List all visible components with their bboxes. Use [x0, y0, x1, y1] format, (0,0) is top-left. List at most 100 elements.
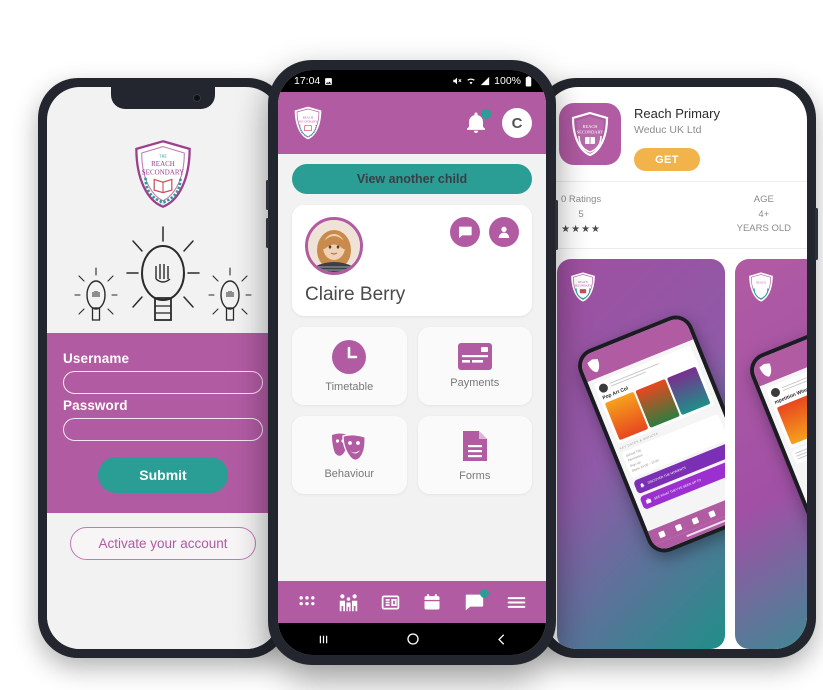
- submit-button[interactable]: Submit: [98, 457, 228, 493]
- power-button[interactable]: [815, 208, 818, 260]
- child-card-top: [305, 217, 519, 275]
- child-actions: [450, 217, 519, 247]
- status-bar: 17:04 100%: [278, 70, 546, 92]
- volume-up-button[interactable]: [266, 180, 269, 210]
- school-shield-icon: THE REACH SECONDARY EST: [135, 140, 191, 208]
- tile-payments[interactable]: Payments: [417, 327, 532, 405]
- dashboard-screen: 17:04 100% REACH SECONDARY C View anothe…: [278, 70, 546, 655]
- svg-text:REACH: REACH: [583, 124, 599, 129]
- view-another-child-button[interactable]: View another child: [292, 164, 532, 194]
- app-developer: Weduc UK Ltd: [634, 124, 702, 136]
- left-phone-login: THE REACH SECONDARY EST Username Passwor…: [38, 78, 290, 658]
- svg-text:REACH: REACH: [151, 160, 175, 168]
- ratings-value: 5: [578, 208, 584, 220]
- svg-text:SECONDARY: SECONDARY: [142, 168, 184, 176]
- tile-behaviour[interactable]: Behaviour: [292, 416, 407, 494]
- home-icon[interactable]: [405, 631, 421, 647]
- calendar-icon: [424, 594, 440, 610]
- feature-tile-grid: Timetable Payments Behaviour Forms: [292, 327, 532, 494]
- school-shield-app-icon[interactable]: REACH SECONDARY: [559, 103, 621, 165]
- camera-cutout: [375, 70, 449, 84]
- svg-text:REACH: REACH: [303, 115, 314, 119]
- mockup-stage: REACH SECONDARY Reach Primary Weduc UK L…: [0, 0, 823, 690]
- nav-news[interactable]: [380, 592, 401, 613]
- family-icon[interactable]: [674, 523, 683, 531]
- lightbulb-illustration: [47, 209, 279, 333]
- appstore-screen: REACH SECONDARY Reach Primary Weduc UK L…: [545, 87, 807, 649]
- username-input[interactable]: [63, 371, 263, 394]
- password-input[interactable]: [63, 418, 263, 441]
- lightbulb-icon: [208, 267, 252, 321]
- nav-menu[interactable]: [506, 592, 527, 613]
- svg-text:SECONDARY: SECONDARY: [577, 130, 604, 135]
- inner-phone-mockup-1: Pop Art Col KEY DATES & NOTICES School T…: [572, 310, 725, 558]
- header-actions: C: [464, 108, 532, 138]
- inner-screen: Pop Art Col KEY DATES & NOTICES School T…: [577, 315, 725, 553]
- child-card: Claire Berry: [292, 205, 532, 316]
- person-icon: [498, 226, 510, 238]
- tile-label: Payments: [450, 377, 500, 389]
- briefcase-icon: [645, 498, 652, 504]
- ratings-count: 0 Ratings: [561, 194, 602, 205]
- tile-label: Behaviour: [324, 467, 375, 480]
- inner-phone-mockup-2: mpetition Winn: [744, 316, 807, 552]
- bell-icon: [640, 482, 645, 488]
- get-button[interactable]: GET: [634, 148, 700, 171]
- nav-messages[interactable]: [463, 589, 489, 613]
- battery-text: 100%: [494, 75, 521, 87]
- nav-apps[interactable]: [297, 592, 317, 612]
- bottom-nav[interactable]: [278, 581, 546, 623]
- battery-icon: [525, 75, 532, 86]
- lightbulb-icon: [126, 226, 200, 321]
- login-screen: THE REACH SECONDARY EST Username Passwor…: [47, 87, 279, 649]
- child-name: Claire Berry: [305, 284, 406, 305]
- age-stat: AGE 4+ YEARS OLD: [737, 193, 791, 238]
- ratings-stat: 0 Ratings 5 ★★★★: [561, 193, 601, 238]
- tile-timetable[interactable]: Timetable: [292, 327, 407, 405]
- message-child-button[interactable]: [450, 217, 480, 247]
- svg-text:REACH: REACH: [756, 281, 765, 284]
- power-button[interactable]: [555, 200, 558, 250]
- school-shield-icon: REACH: [749, 272, 773, 302]
- status-right: 100%: [452, 75, 532, 87]
- nav-family[interactable]: [338, 592, 359, 613]
- child-profile-button[interactable]: [489, 217, 519, 247]
- document-icon: [462, 430, 487, 461]
- age-label: AGE: [753, 194, 774, 205]
- school-shield-icon: REACH SECONDARY: [571, 111, 609, 157]
- school-shield-icon: [587, 358, 599, 372]
- back-icon[interactable]: [494, 632, 509, 647]
- screenshot-carousel[interactable]: REACH SECONDARY Pop Art Col KEY DATES & …: [545, 249, 807, 649]
- school-shield-icon: [759, 362, 771, 377]
- svg-text:SECONDARY: SECONDARY: [575, 284, 592, 287]
- newspaper-icon[interactable]: [691, 516, 700, 525]
- tile-forms[interactable]: Forms: [417, 416, 532, 494]
- password-label: Password: [63, 398, 128, 413]
- image-icon: [325, 77, 333, 85]
- school-shield-icon: REACH SECONDARY: [571, 272, 595, 302]
- tile-label: Timetable: [325, 380, 374, 393]
- volume-down-button[interactable]: [266, 218, 269, 248]
- school-shield-icon[interactable]: REACH SECONDARY: [292, 105, 324, 141]
- notification-badge: [481, 109, 491, 119]
- activate-account-button[interactable]: Activate your account: [70, 527, 256, 560]
- android-navigation-bar[interactable]: [278, 623, 546, 655]
- app-screenshot-2[interactable]: REACH mpetition Winn: [735, 258, 807, 649]
- app-screenshot-1[interactable]: REACH SECONDARY Pop Art Col KEY DATES & …: [557, 258, 725, 649]
- recents-icon[interactable]: [315, 632, 332, 647]
- family-icon: [339, 593, 358, 611]
- user-avatar[interactable]: C: [502, 108, 532, 138]
- student-avatar[interactable]: [305, 217, 363, 275]
- hamburger-menu-icon: [507, 596, 525, 608]
- ratings-stars: ★★★★: [561, 224, 601, 236]
- status-left: 17:04: [294, 75, 333, 87]
- app-stats-row: 0 Ratings 5 ★★★★ AGE 4+ YEARS OLD: [545, 181, 807, 249]
- chat-bubble-icon: [459, 226, 472, 238]
- apps-grid-icon[interactable]: [657, 529, 666, 538]
- login-footer: Activate your account: [47, 513, 279, 649]
- calendar-icon[interactable]: [707, 509, 716, 518]
- notifications-button[interactable]: [464, 109, 491, 136]
- inner-screen: mpetition Winn: [749, 321, 807, 546]
- nav-calendar[interactable]: [422, 592, 442, 612]
- wifi-icon: [467, 78, 475, 85]
